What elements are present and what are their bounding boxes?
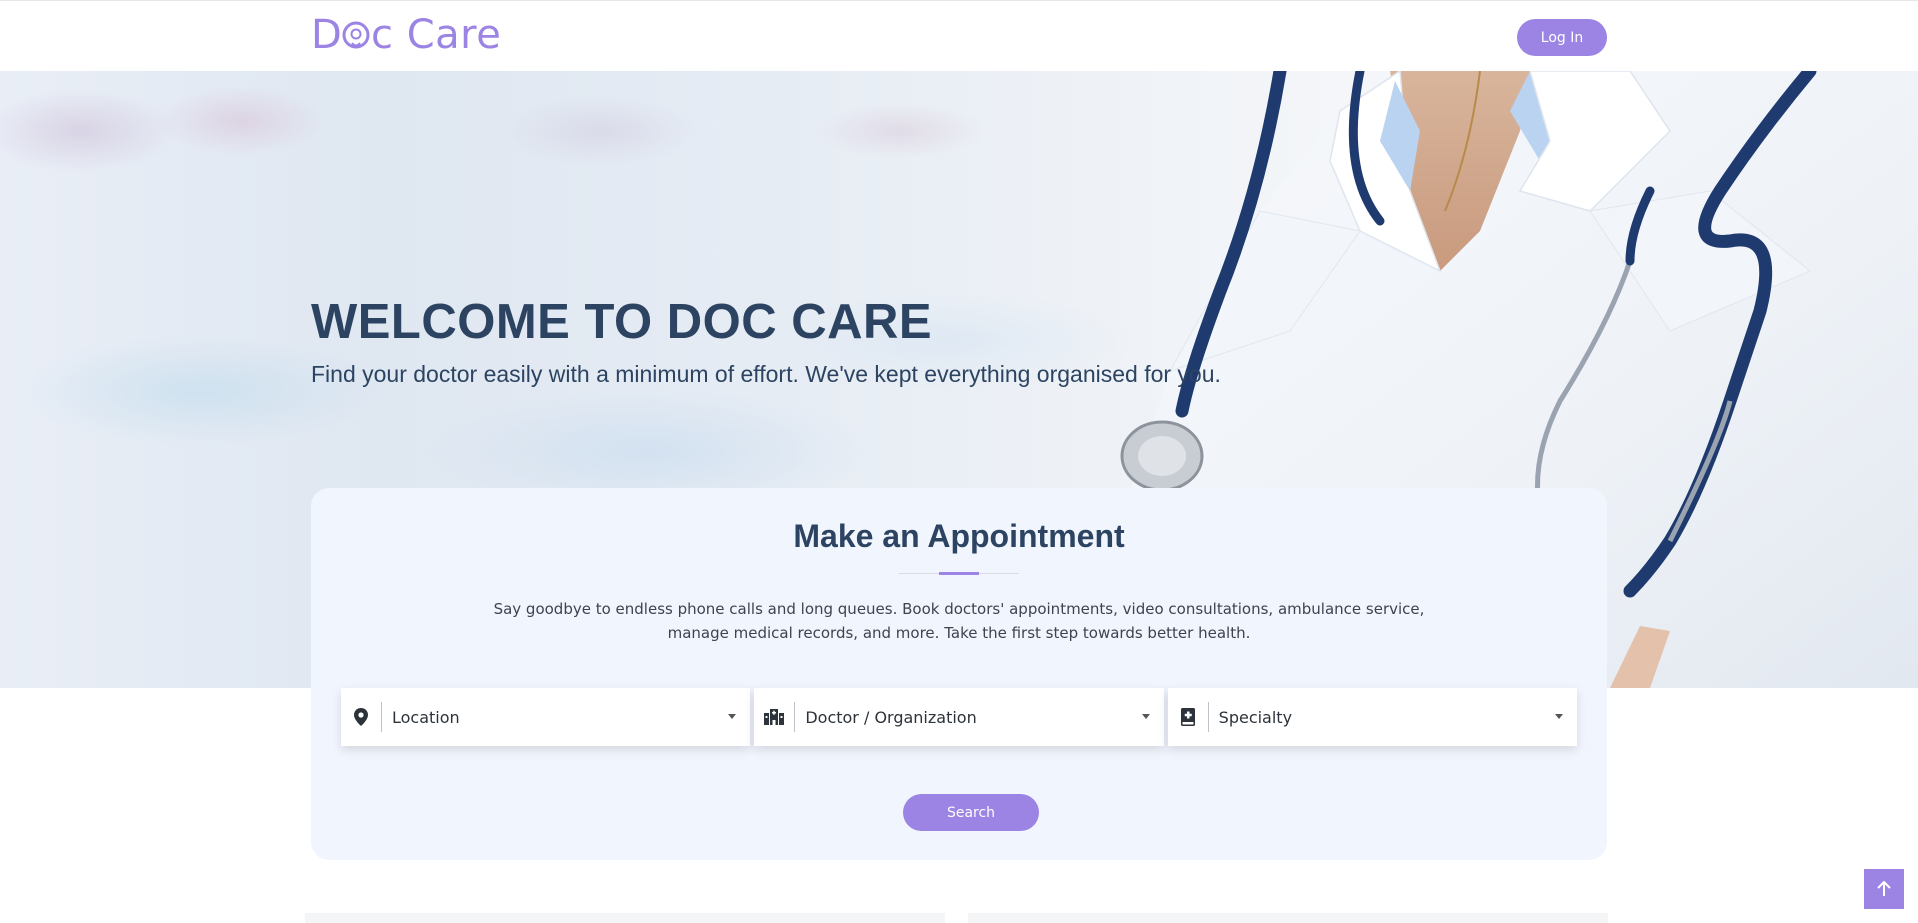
- appointment-description: Say goodbye to endless phone calls and l…: [471, 597, 1447, 645]
- login-button[interactable]: Log In: [1517, 19, 1607, 56]
- hero-subtitle: Find your doctor easily with a minimum o…: [311, 361, 1221, 387]
- next-section-card-left: [305, 913, 945, 923]
- chevron-down-icon: [1554, 714, 1563, 719]
- select-separator: [381, 702, 382, 732]
- select-separator: [794, 702, 796, 732]
- svg-text:c Care: c Care: [371, 12, 501, 58]
- arrow-up-icon: [1877, 881, 1891, 896]
- description-line-2: manage medical records, and more. Take t…: [667, 624, 1251, 642]
- doctor-organization-select-label: Doctor / Organization: [805, 707, 977, 727]
- specialty-select[interactable]: Specialty: [1167, 688, 1577, 746]
- page: D c Care Log In WELCOME TO DOC CARE Find…: [0, 0, 1918, 923]
- location-select-label: Location: [392, 707, 460, 727]
- hero-title: WELCOME TO DOC CARE: [311, 295, 933, 349]
- description-line-1: Say goodbye to endless phone calls and l…: [493, 600, 1425, 618]
- top-navbar: D c Care Log In: [0, 0, 1918, 71]
- doctor-organization-select[interactable]: Doctor / Organization: [754, 688, 1164, 746]
- location-select[interactable]: Location: [341, 688, 751, 746]
- search-button[interactable]: Search: [903, 794, 1039, 831]
- search-filters: Location Doctor / Organization Specialty: [341, 688, 1577, 746]
- doc-care-logo[interactable]: D c Care: [311, 12, 521, 58]
- appointment-card: Make an Appointment Say goodbye to endle…: [311, 488, 1607, 860]
- select-separator: [1207, 702, 1209, 732]
- chevron-down-icon: [728, 714, 737, 719]
- location-pin-icon: [341, 688, 381, 746]
- medical-book-icon: [1168, 688, 1208, 746]
- specialty-select-label: Specialty: [1218, 707, 1293, 727]
- appointment-title: Make an Appointment: [793, 518, 1125, 554]
- hospital-building-icon: [754, 688, 794, 746]
- logo-graphic: D c Care: [311, 12, 501, 58]
- svg-text:D: D: [311, 12, 342, 58]
- scroll-to-top-button[interactable]: [1864, 869, 1904, 909]
- chevron-down-icon: [1141, 714, 1150, 719]
- title-divider-accent: [939, 572, 979, 575]
- next-section-card-right: [968, 913, 1608, 923]
